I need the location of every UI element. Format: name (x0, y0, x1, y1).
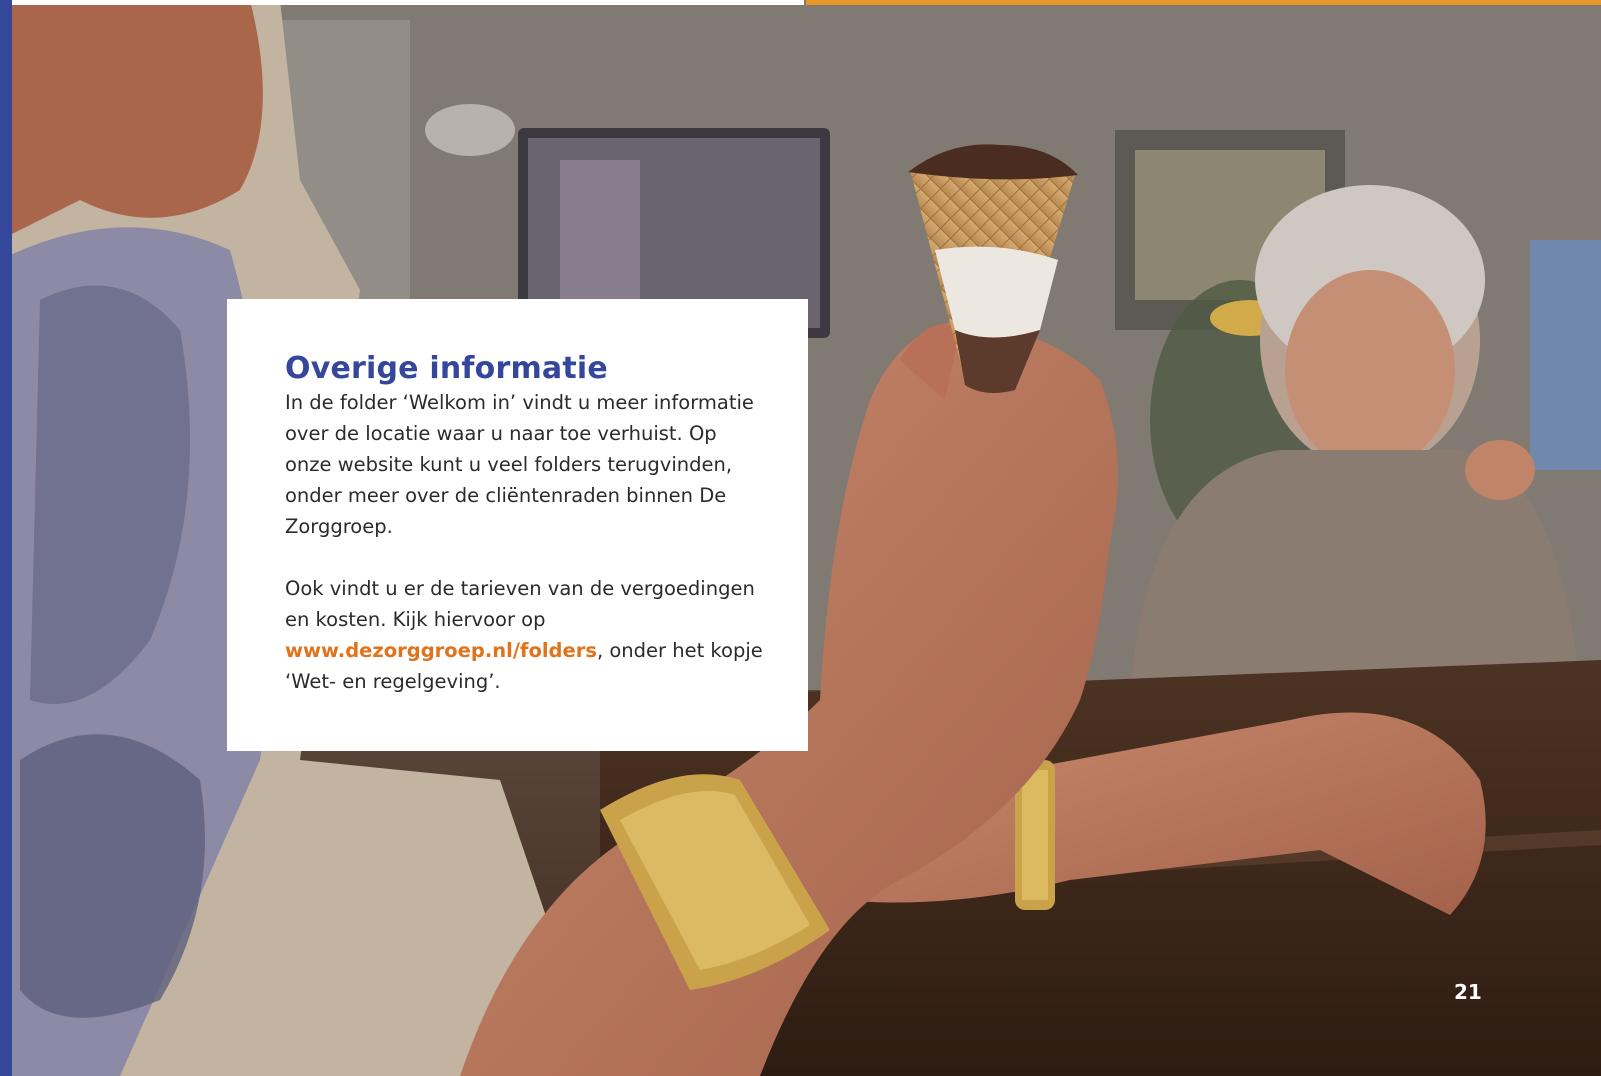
card-paragraph-1: In de folder ‘Welkom in’ vindt u meer in… (285, 391, 754, 538)
brochure-page: Overige informatie In de folder ‘Welkom … (0, 0, 1601, 1076)
page-number: 21 (1454, 980, 1482, 1004)
top-divider-white (12, 0, 804, 5)
folders-link[interactable]: www.dezorggroep.nl/folders (285, 639, 597, 662)
card-title: Overige informatie (285, 351, 608, 386)
info-card: Overige informatie In de folder ‘Welkom … (227, 299, 808, 751)
top-divider-orange (806, 0, 1601, 5)
card-paragraph-2: Ook vindt u er de tarieven van de vergoe… (285, 573, 768, 697)
paragraph-2-intro: Ook vindt u er de tarieven van de vergoe… (285, 577, 755, 631)
left-accent-stripe (0, 0, 12, 1076)
